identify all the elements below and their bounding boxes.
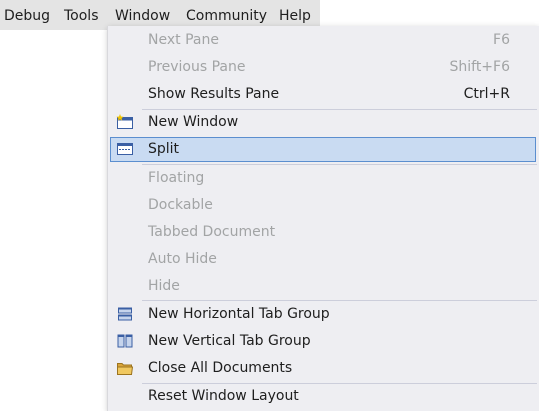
menu-item-label: Previous Pane xyxy=(148,59,246,75)
menu-item-next-pane[interactable]: Next Pane F6 xyxy=(108,27,539,54)
menu-item-floating[interactable]: Floating xyxy=(108,165,539,192)
menu-item-new-horizontal-tab-group[interactable]: New Horizontal Tab Group xyxy=(108,301,539,328)
menu-item-auto-hide[interactable]: Auto Hide xyxy=(108,246,539,273)
menu-item-reset-window-layout[interactable]: Reset Window Layout xyxy=(108,383,539,410)
menu-item-label: Split xyxy=(148,141,180,157)
menu-item-label: Floating xyxy=(148,170,205,186)
menu-item-label: New Window xyxy=(148,114,239,130)
menu-item-dockable[interactable]: Dockable xyxy=(108,192,539,219)
menu-item-label: Dockable xyxy=(148,197,213,213)
menu-item-shortcut: Shift+F6 xyxy=(449,59,510,75)
menu-item-show-results-pane[interactable]: Show Results Pane Ctrl+R xyxy=(108,81,539,108)
menu-item-label: Close All Documents xyxy=(148,360,293,376)
menu-item-shortcut: F6 xyxy=(493,32,510,48)
menu-item-shortcut: Ctrl+R xyxy=(463,86,510,102)
menu-item-label: Auto Hide xyxy=(148,251,217,267)
menu-item-new-vertical-tab-group[interactable]: New Vertical Tab Group xyxy=(108,328,539,355)
menu-item-previous-pane[interactable]: Previous Pane Shift+F6 xyxy=(108,54,539,81)
window-menu-dropdown: Next Pane F6 Previous Pane Shift+F6 Show… xyxy=(108,26,539,411)
menu-item-label: Tabbed Document xyxy=(148,224,276,240)
horizontal-tab-group-icon xyxy=(116,306,134,322)
menu-item-tabbed-document[interactable]: Tabbed Document xyxy=(108,219,539,246)
split-icon xyxy=(116,141,134,157)
menu-item-label: New Vertical Tab Group xyxy=(148,333,311,349)
menu-item-label: New Horizontal Tab Group xyxy=(148,306,330,322)
menu-tools[interactable]: Tools xyxy=(64,0,99,30)
menu-item-label: Next Pane xyxy=(148,32,219,48)
menu-debug[interactable]: Debug xyxy=(4,0,50,30)
menu-item-label: Show Results Pane xyxy=(148,86,280,102)
folder-icon xyxy=(116,360,134,376)
new-window-icon xyxy=(116,114,134,130)
menu-item-label: Hide xyxy=(148,278,180,294)
menu-item-close-all-documents[interactable]: Close All Documents xyxy=(108,355,539,382)
menu-item-split[interactable]: Split xyxy=(108,136,539,163)
menu-item-new-window[interactable]: New Window xyxy=(108,109,539,136)
vertical-tab-group-icon xyxy=(116,333,134,349)
menu-item-hide[interactable]: Hide xyxy=(108,273,539,300)
menu-item-label: Reset Window Layout xyxy=(148,388,299,404)
